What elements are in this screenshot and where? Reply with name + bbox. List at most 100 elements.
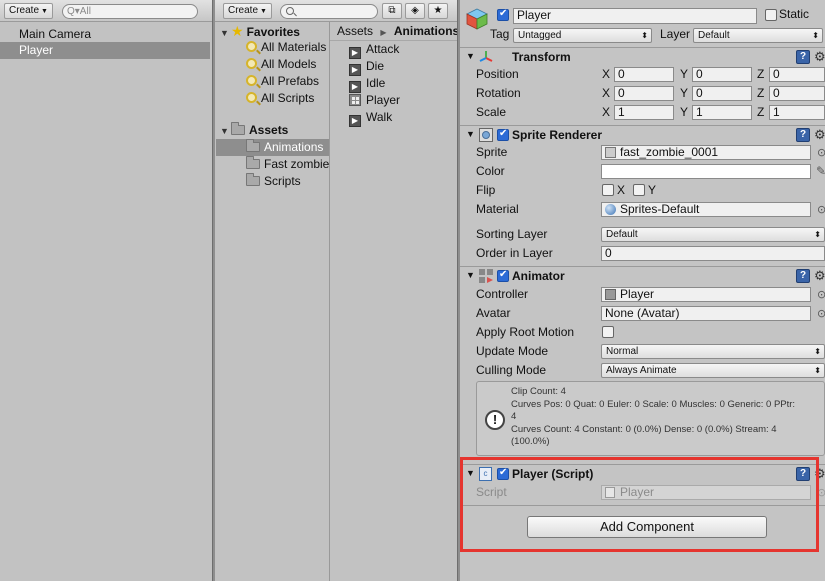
object-picker-icon[interactable]: ⊙: [817, 146, 825, 159]
asset-item-label: Player: [366, 93, 401, 107]
transform-header[interactable]: ▼ Transform ? ⚙: [460, 47, 825, 67]
scale-z-value: 1: [773, 105, 780, 119]
project-create-button[interactable]: Create ▼: [223, 3, 272, 19]
project-panel: Create ▼ ⧉ ◈ ★ ▼ ★ Favorites All Materials …: [215, 0, 459, 581]
flip-x-checkbox[interactable]: [602, 184, 614, 196]
culling-mode-dropdown[interactable]: Always Animate ⬍: [601, 363, 825, 378]
folder-item-animations[interactable]: Animations: [216, 139, 329, 156]
hierarchy-create-button[interactable]: Create ▼: [4, 3, 53, 19]
dropdown-caret-icon: ▼: [260, 8, 267, 15]
asset-item[interactable]: ▶ Attack: [349, 41, 400, 59]
folder-icon: [246, 156, 260, 169]
position-y-field[interactable]: 0: [692, 67, 752, 82]
favorite-item[interactable]: All Scripts: [246, 90, 314, 107]
scale-x-field[interactable]: 1: [614, 105, 674, 120]
rotation-y-value: 0: [696, 86, 703, 100]
scale-z-field[interactable]: 1: [769, 105, 825, 120]
asset-item[interactable]: ▶ Idle: [349, 75, 385, 93]
foldout-triangle-icon[interactable]: ▼: [466, 51, 475, 61]
star-icon: ★: [231, 23, 244, 39]
position-z-field[interactable]: 0: [769, 67, 825, 82]
folder-item-label: Fast zombie: [264, 157, 330, 171]
object-picker-icon[interactable]: ⊙: [817, 288, 825, 301]
help-icon[interactable]: ?: [796, 50, 810, 64]
favorite-item[interactable]: All Models: [246, 56, 316, 73]
expand-triangle-icon[interactable]: ▼: [220, 123, 231, 140]
order-in-layer-value: 0: [605, 246, 612, 260]
favorite-button[interactable]: ★: [428, 3, 448, 19]
rotation-y-field[interactable]: 0: [692, 86, 752, 101]
asset-item[interactable]: ▶ Die: [349, 58, 384, 76]
avatar-field[interactable]: None (Avatar): [601, 306, 811, 321]
help-icon[interactable]: ?: [796, 128, 810, 142]
hierarchy-panel: Create ▼ Q▾All Main Camera Player: [0, 0, 214, 581]
active-checkbox[interactable]: [497, 8, 509, 21]
apply-root-motion-checkbox[interactable]: [602, 326, 614, 338]
static-checkbox[interactable]: [765, 9, 777, 21]
static-label: Static: [779, 7, 810, 21]
gear-icon[interactable]: ⚙: [814, 50, 825, 64]
order-in-layer-field[interactable]: 0: [601, 246, 825, 261]
expand-triangle-icon[interactable]: ▼: [220, 25, 231, 42]
tag-dropdown[interactable]: Untagged ⬍: [513, 28, 652, 43]
gear-icon[interactable]: ⚙: [814, 128, 825, 142]
updown-arrow-icon: ⬍: [814, 347, 821, 356]
animator-enabled-checkbox[interactable]: [497, 269, 509, 282]
object-picker-icon[interactable]: ⊙: [817, 307, 825, 320]
sprite-renderer-enabled-checkbox[interactable]: [497, 128, 509, 141]
asset-item[interactable]: ▶ Walk: [349, 109, 392, 127]
sprite-label: Sprite: [476, 145, 508, 159]
sprite-renderer-header[interactable]: ▼ Sprite Renderer ? ⚙: [460, 125, 825, 145]
update-mode-dropdown[interactable]: Normal ⬍: [601, 344, 825, 359]
rotation-x-label: X: [602, 86, 611, 100]
type-filter-icon: ⧉: [388, 5, 396, 16]
favorite-item[interactable]: All Prefabs: [246, 73, 319, 90]
folder-icon: [246, 139, 260, 152]
asset-item[interactable]: Player: [349, 92, 400, 109]
filter-by-type-button[interactable]: ⧉: [382, 3, 402, 19]
folder-item-scripts[interactable]: Scripts: [246, 173, 301, 190]
object-name-field[interactable]: Player: [513, 8, 757, 24]
project-search-input[interactable]: [280, 4, 378, 19]
hierarchy-item-main-camera[interactable]: Main Camera: [0, 26, 210, 43]
animator-header[interactable]: ▼ Animator ? ⚙: [460, 266, 825, 286]
update-mode-label: Update Mode: [476, 344, 549, 358]
hierarchy-item-label: Player: [19, 43, 54, 57]
breadcrumb-separator-icon: ▶: [380, 28, 387, 37]
hierarchy-item-player[interactable]: Player: [0, 42, 210, 59]
apply-root-motion-label: Apply Root Motion: [476, 325, 575, 339]
eyedropper-icon[interactable]: ✎: [816, 164, 825, 178]
favorites-header[interactable]: ▼ ★ Favorites: [220, 23, 300, 40]
controller-field[interactable]: Player: [601, 287, 811, 302]
help-icon[interactable]: ?: [796, 269, 810, 283]
rotation-x-field[interactable]: 0: [614, 86, 674, 101]
flip-label: Flip: [476, 183, 496, 197]
position-x-field[interactable]: 0: [614, 67, 674, 82]
breadcrumb-item[interactable]: Animations: [394, 24, 459, 38]
asset-item-label: Attack: [366, 42, 400, 56]
color-field[interactable]: [601, 164, 811, 179]
breadcrumb-item[interactable]: Assets: [337, 24, 373, 38]
folder-item-fast-zombie[interactable]: Fast zombie: [246, 156, 329, 173]
rotation-z-field[interactable]: 0: [769, 86, 825, 101]
layer-dropdown[interactable]: Default ⬍: [693, 28, 823, 43]
favorite-item[interactable]: All Materials: [246, 39, 326, 56]
assets-header[interactable]: ▼ Assets: [220, 122, 288, 139]
animator-info-box: ! Clip Count: 4 Curves Pos: 0 Quat: 0 Eu…: [476, 381, 825, 456]
foldout-triangle-icon[interactable]: ▼: [466, 270, 475, 280]
updown-arrow-icon: ⬍: [814, 366, 821, 375]
material-field[interactable]: Sprites-Default: [601, 202, 811, 217]
sorting-layer-dropdown[interactable]: Default ⬍: [601, 227, 825, 242]
hierarchy-search-input[interactable]: Q▾All: [62, 4, 198, 19]
gear-icon[interactable]: ⚙: [814, 269, 825, 283]
saved-search-icon: [246, 41, 257, 52]
scale-x-value: 1: [618, 105, 625, 119]
object-picker-icon[interactable]: ⊙: [817, 203, 825, 216]
flip-y-checkbox[interactable]: [633, 184, 645, 196]
filter-by-label-button[interactable]: ◈: [405, 3, 425, 19]
sprite-renderer-icon: [479, 128, 493, 142]
project-folder-tree: ▼ ★ Favorites All Materials All Models All…: [215, 22, 329, 581]
foldout-triangle-icon[interactable]: ▼: [466, 129, 475, 139]
scale-y-field[interactable]: 1: [692, 105, 752, 120]
sprite-field[interactable]: fast_zombie_0001: [601, 145, 811, 160]
